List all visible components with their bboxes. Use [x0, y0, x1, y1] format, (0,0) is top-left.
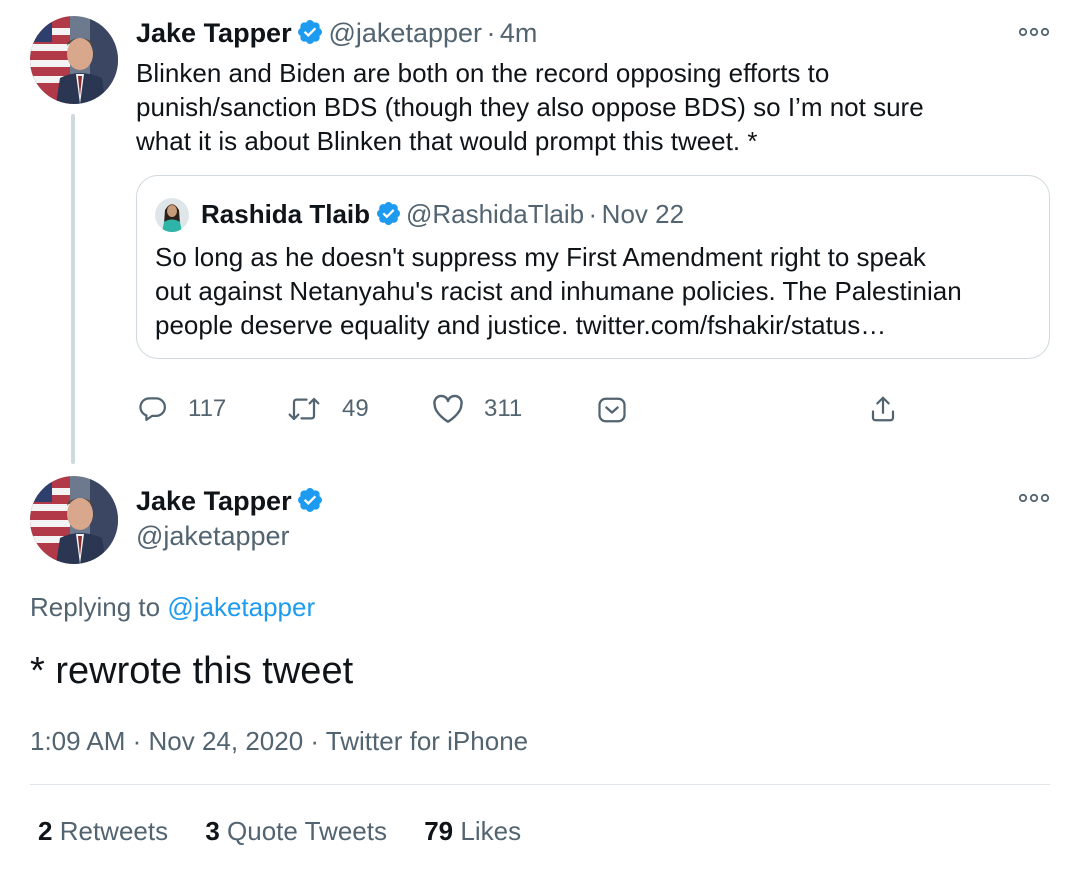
tweet1-text: Blinken and Biden are both on the record…: [136, 56, 1056, 158]
verified-badge-icon: [296, 486, 324, 527]
avatar-rashida-tlaib: [155, 198, 189, 232]
author-handle[interactable]: @jaketapper: [329, 18, 483, 48]
avatar-jake-tapper[interactable]: [30, 16, 118, 104]
quote-tweets-stat-link[interactable]: 3 Quote Tweets: [205, 816, 394, 846]
tweet-time[interactable]: 4m: [500, 18, 538, 48]
author-name[interactable]: Jake Tapper: [136, 486, 292, 516]
quote-author-handle: @RashidaTlaib: [405, 199, 585, 229]
share-button[interactable]: [868, 394, 918, 424]
separator-dot: ·: [486, 18, 496, 48]
tweet1-header: Jake Tapper @jaketapper · 4m: [136, 16, 537, 50]
tweet2-header: Jake Tapper: [136, 484, 324, 518]
more-horizontal-icon: [1018, 493, 1050, 503]
quote-header: Rashida Tlaib @RashidaTlaib · Nov 22: [201, 196, 684, 232]
heart-icon: [433, 394, 463, 423]
quoted-tweet-card[interactable]: Rashida Tlaib @RashidaTlaib · Nov 22 So …: [136, 175, 1050, 359]
retweet-count: 49: [342, 395, 369, 422]
likes-count: 79: [424, 816, 454, 846]
likes-label: Likes: [460, 816, 522, 846]
bookmark-icon: [598, 397, 626, 423]
replying-to: Replying to @jaketapper: [30, 590, 315, 624]
reply-count: 117: [188, 395, 227, 422]
share-icon: [871, 396, 895, 422]
avatar-photo: [30, 16, 118, 104]
tweet2-text: * rewrote this tweet: [30, 650, 354, 692]
tweet-text-line: punish/sanction BDS (though they also op…: [136, 92, 924, 122]
retweet-button[interactable]: 49: [286, 394, 369, 424]
thread-connector-line: [71, 114, 75, 464]
tweet-text-line: Blinken and Biden are both on the record…: [136, 58, 830, 88]
verified-badge-icon: [296, 18, 324, 59]
reply-button[interactable]: 117: [138, 394, 226, 424]
author-name[interactable]: Jake Tapper: [136, 18, 292, 48]
tweet-timestamp-meta[interactable]: 1:09 AM · Nov 24, 2020 · Twitter for iPh…: [30, 724, 528, 758]
more-options-button[interactable]: [1018, 488, 1050, 513]
more-horizontal-icon: [1018, 27, 1050, 37]
quote-text-line: out against Netanyahu's racist and inhum…: [155, 276, 962, 306]
quote-text: So long as he doesn't suppress my First …: [155, 240, 1045, 342]
engagement-stats: 2 Retweets 3 Quote Tweets 79 Likes: [38, 814, 521, 853]
quote-tweets-label: Quote Tweets: [227, 816, 387, 846]
reply-icon: [139, 397, 166, 421]
tweet-text-line: what it is about Blinken that would prom…: [136, 126, 758, 156]
divider: [30, 784, 1050, 785]
quote-date: Nov 22: [601, 199, 685, 229]
bookmark-button[interactable]: [597, 396, 647, 424]
likes-stat-link[interactable]: 79 Likes: [424, 816, 521, 846]
retweet-icon: [288, 397, 320, 421]
quote-tweets-count: 3: [205, 816, 220, 846]
replying-to-label: Replying to: [30, 592, 161, 622]
like-button[interactable]: 311: [432, 394, 522, 424]
replying-to-handle-link[interactable]: @jaketapper: [167, 592, 315, 622]
like-count: 311: [484, 395, 523, 422]
quote-author-name: Rashida Tlaib: [201, 199, 371, 229]
avatar-photo: [30, 476, 118, 564]
separator-dot: ·: [588, 199, 598, 229]
more-options-button[interactable]: [1018, 22, 1050, 47]
retweets-stat-link[interactable]: 2 Retweets: [38, 816, 175, 846]
avatar-jake-tapper[interactable]: [30, 476, 118, 564]
retweets-label: Retweets: [59, 816, 169, 846]
quote-text-line: So long as he doesn't suppress my First …: [155, 242, 926, 272]
verified-badge-icon: [375, 200, 402, 241]
retweets-count: 2: [38, 816, 53, 846]
quote-text-line: people deserve equality and justice. twi…: [155, 310, 887, 340]
author-handle[interactable]: @jaketapper: [136, 519, 290, 553]
